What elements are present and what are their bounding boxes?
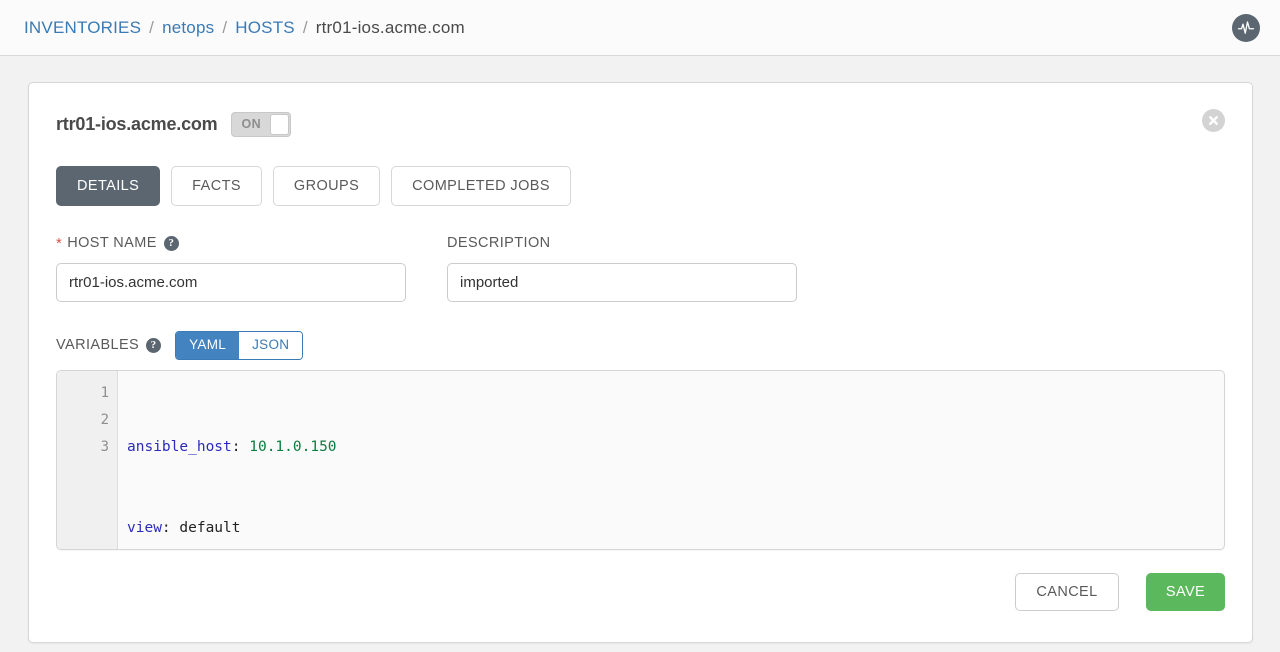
breadcrumb-bar: INVENTORIES / netops / HOSTS / rtr01-ios…: [0, 0, 1280, 56]
breadcrumb-separator: /: [222, 17, 228, 37]
host-detail-card: rtr01-ios.acme.com ON DETAILS FACTS GROU…: [28, 82, 1253, 643]
tab-details[interactable]: DETAILS: [56, 166, 161, 206]
question-mark-icon[interactable]: ?: [146, 337, 162, 353]
editor-line-number-gutter: 1 2 3: [57, 370, 118, 549]
code-token-value: 10.1.0.150: [249, 438, 337, 455]
breadcrumb-separator: /: [149, 17, 155, 37]
code-token-value: default: [179, 519, 241, 536]
form-row-host-description: * HOST NAME ? DESCRIPTION: [56, 234, 1225, 302]
line-number: 2: [100, 411, 109, 428]
host-name-input[interactable]: [56, 263, 406, 302]
breadcrumb: INVENTORIES / netops / HOSTS / rtr01-ios…: [24, 18, 465, 38]
host-enabled-toggle-label: ON: [241, 117, 262, 131]
question-mark-icon[interactable]: ?: [163, 235, 179, 251]
editor-code-area[interactable]: ansible_host: 10.1.0.150 view: default: [118, 371, 1224, 549]
breadcrumb-item-current-host: rtr01-ios.acme.com: [315, 17, 465, 37]
code-token-punct: :: [231, 438, 250, 455]
code-token-key: view: [127, 519, 162, 536]
line-number: 1: [100, 384, 109, 401]
tab-groups[interactable]: GROUPS: [272, 166, 381, 206]
host-name-label: * HOST NAME ?: [56, 234, 406, 252]
close-icon[interactable]: [1202, 109, 1225, 132]
save-button[interactable]: SAVE: [1146, 572, 1225, 611]
variables-label-text: VARIABLES: [56, 337, 140, 354]
card-footer: CANCEL SAVE: [56, 572, 1225, 611]
breadcrumb-item-inventories[interactable]: INVENTORIES: [24, 18, 141, 38]
breadcrumb-item-hosts[interactable]: HOSTS: [235, 18, 295, 38]
page-title: rtr01-ios.acme.com: [56, 113, 218, 134]
description-label: DESCRIPTION: [447, 234, 797, 252]
code-token-punct: :: [161, 519, 180, 536]
variables-header: VARIABLES ? YAML JSON: [56, 331, 1225, 360]
field-host-name: * HOST NAME ?: [56, 234, 406, 302]
breadcrumb-separator: /: [302, 17, 308, 37]
card-header: rtr01-ios.acme.com ON: [56, 109, 1225, 139]
code-line: view: default: [127, 515, 1224, 542]
cancel-button[interactable]: CANCEL: [1015, 572, 1119, 611]
field-description: DESCRIPTION: [447, 234, 797, 302]
host-enabled-toggle[interactable]: ON: [231, 111, 292, 137]
code-line: ansible_host: 10.1.0.150: [127, 434, 1224, 461]
breadcrumb-item-netops[interactable]: netops: [162, 18, 214, 38]
line-number: 3: [100, 438, 109, 455]
description-input[interactable]: [447, 263, 797, 302]
tab-facts[interactable]: FACTS: [171, 166, 262, 206]
host-name-label-text: HOST NAME: [67, 235, 157, 251]
variables-code-editor[interactable]: 1 2 3 ansible_host: 10.1.0.150 view: def…: [56, 369, 1225, 550]
toggle-knob: [270, 113, 290, 135]
code-token-key: ansible_host: [127, 438, 232, 455]
tab-completed-jobs[interactable]: COMPLETED JOBS: [391, 166, 571, 206]
activity-pulse-icon[interactable]: [1232, 13, 1260, 42]
required-marker: *: [56, 234, 63, 252]
format-button-yaml[interactable]: YAML: [176, 332, 240, 359]
variables-label: VARIABLES ?: [56, 337, 162, 354]
description-label-text: DESCRIPTION: [447, 235, 551, 251]
tab-bar: DETAILS FACTS GROUPS COMPLETED JOBS: [56, 166, 1225, 206]
format-button-json[interactable]: JSON: [239, 332, 303, 359]
variables-format-toggle: YAML JSON: [175, 331, 304, 360]
